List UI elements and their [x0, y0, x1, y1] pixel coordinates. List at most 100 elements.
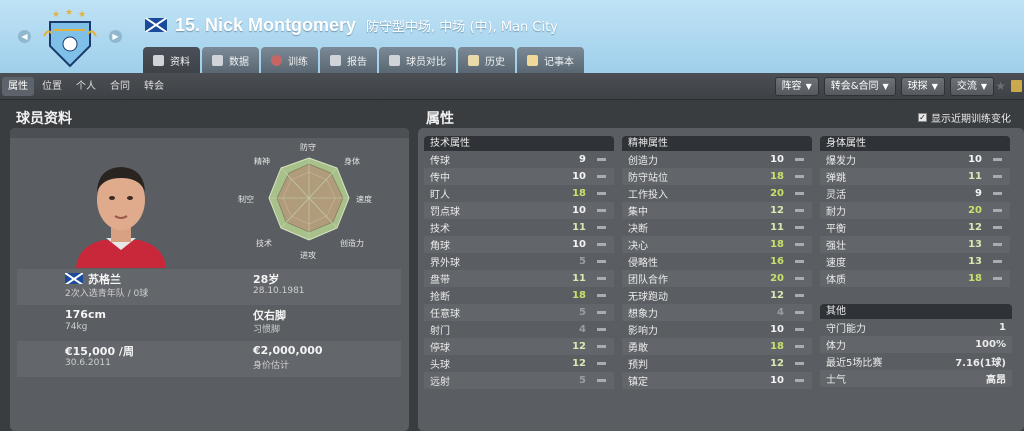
- training-changes-toggle[interactable]: ✓ 显示近期训练变化: [918, 110, 1011, 125]
- attribute-row[interactable]: 速度 13: [820, 253, 1010, 270]
- attribute-row[interactable]: 创造力 10: [622, 151, 812, 168]
- subnav-attributes[interactable]: 属性: [2, 77, 34, 96]
- other-value: 1: [999, 322, 1006, 333]
- trend-flat-icon: [795, 158, 804, 161]
- attribute-row[interactable]: 头球 12: [424, 355, 614, 372]
- tab-notepad[interactable]: 记事本: [517, 47, 584, 73]
- attribute-row[interactable]: 平衡 12: [820, 219, 1010, 236]
- attribute-name: 头球: [430, 360, 450, 371]
- attribute-row[interactable]: 盯人 18: [424, 185, 614, 202]
- attribute-row[interactable]: 界外球 5: [424, 253, 614, 270]
- back-arrow-icon[interactable]: ◀: [18, 30, 31, 43]
- tab-compare[interactable]: 球员对比: [379, 47, 456, 73]
- attribute-name: 任意球: [430, 309, 460, 320]
- svg-text:★: ★: [65, 8, 73, 18]
- attribute-row[interactable]: 强壮 13: [820, 236, 1010, 253]
- subnav-contract[interactable]: 合同: [104, 77, 136, 96]
- attribute-row[interactable]: 远射 5: [424, 372, 614, 389]
- squad-dropdown[interactable]: 阵容 ▼: [774, 77, 819, 96]
- attribute-row[interactable]: 罚点球 10: [424, 202, 614, 219]
- attribute-row[interactable]: 停球 12: [424, 338, 614, 355]
- chevron-down-icon: ▼: [931, 82, 938, 91]
- attribute-row[interactable]: 预判 12: [622, 355, 812, 372]
- attribute-row[interactable]: 角球 10: [424, 236, 614, 253]
- attribute-row[interactable]: 爆发力 10: [820, 151, 1010, 168]
- attribute-row[interactable]: 镇定 10: [622, 372, 812, 389]
- attribute-row[interactable]: 想象力 4: [622, 304, 812, 321]
- attribute-value: 10: [572, 205, 586, 216]
- radar-label-defending: 防守: [300, 142, 316, 152]
- attribute-row[interactable]: 无球跑动 12: [622, 287, 812, 304]
- attribute-value: 12: [770, 290, 784, 301]
- other-name: 守门能力: [826, 324, 866, 335]
- trend-flat-icon: [795, 209, 804, 212]
- attribute-name: 爆发力: [826, 156, 856, 167]
- attribute-name: 射门: [430, 326, 450, 337]
- attribute-row[interactable]: 弹跳 11: [820, 168, 1010, 185]
- attribute-row[interactable]: 体质 18: [820, 270, 1010, 287]
- tab-stats[interactable]: 数据: [202, 47, 259, 73]
- player-name: 15. Nick Montgomery: [175, 14, 357, 35]
- attribute-name: 勇敢: [628, 343, 648, 354]
- attribute-row[interactable]: 防守站位 18: [622, 168, 812, 185]
- attribute-row[interactable]: 灵活 9: [820, 185, 1010, 202]
- trend-flat-icon: [597, 175, 606, 178]
- other-value: 7.16(1球): [955, 358, 1006, 369]
- note-icon[interactable]: [1011, 80, 1022, 92]
- other-header: 其他: [820, 304, 1012, 319]
- attribute-row[interactable]: 任意球 5: [424, 304, 614, 321]
- attribute-row[interactable]: 盘带 11: [424, 270, 614, 287]
- stats-icon: [212, 54, 223, 66]
- contract-end: 30.6.2011: [65, 358, 111, 368]
- star-icon[interactable]: ★: [995, 79, 1006, 93]
- attribute-value: 18: [572, 290, 586, 301]
- value: €2,000,000: [253, 344, 323, 357]
- attribute-row[interactable]: 团队合作 20: [622, 270, 812, 287]
- trend-flat-icon: [795, 175, 804, 178]
- player-header: ◀ ★ ★ ★ ▶ 15. Nick Montgomery 防守型中场, 中场 …: [0, 0, 1024, 73]
- attribute-row[interactable]: 传球 9: [424, 151, 614, 168]
- trend-flat-icon: [993, 209, 1002, 212]
- trend-flat-icon: [795, 192, 804, 195]
- attribute-value: 12: [968, 222, 982, 233]
- trend-flat-icon: [993, 175, 1002, 178]
- subnav-personal[interactable]: 个人: [70, 77, 102, 96]
- trend-flat-icon: [597, 277, 606, 280]
- other-row: 体力 100%: [820, 336, 1012, 353]
- attribute-row[interactable]: 勇敢 18: [622, 338, 812, 355]
- attribute-value: 13: [968, 256, 982, 267]
- attribute-name: 弹跳: [826, 173, 846, 184]
- attribute-row[interactable]: 集中 12: [622, 202, 812, 219]
- attribute-name: 停球: [430, 343, 450, 354]
- subnav-position[interactable]: 位置: [36, 77, 68, 96]
- trend-flat-icon: [795, 311, 804, 314]
- player-photo: [68, 150, 174, 268]
- profile-section-title: 球员资料: [16, 111, 72, 127]
- radar-label-creativity: 创造力: [340, 238, 364, 248]
- tab-report[interactable]: 报告: [320, 47, 377, 73]
- attribute-row[interactable]: 工作投入 20: [622, 185, 812, 202]
- interaction-dropdown[interactable]: 交流 ▼: [949, 77, 994, 96]
- attribute-row[interactable]: 耐力 20: [820, 202, 1010, 219]
- attribute-name: 罚点球: [430, 207, 460, 218]
- attribute-row[interactable]: 决断 11: [622, 219, 812, 236]
- attribute-row[interactable]: 侵略性 16: [622, 253, 812, 270]
- attribute-row[interactable]: 技术 11: [424, 219, 614, 236]
- attributes-panel: 技术属性 传球 9 传中 10 盯人 18 罚点球 10 技术 11 角球 10 界外球 5 盘带 11 抢断 1…: [418, 128, 1024, 431]
- attribute-value: 4: [579, 324, 586, 335]
- attribute-row[interactable]: 抢断 18: [424, 287, 614, 304]
- attribute-row[interactable]: 传中 10: [424, 168, 614, 185]
- mental-header: 精神属性: [622, 136, 812, 151]
- attribute-row[interactable]: 射门 4: [424, 321, 614, 338]
- subnav-transfer[interactable]: 转会: [138, 77, 170, 96]
- scout-dropdown[interactable]: 球探 ▼: [900, 77, 945, 96]
- tab-profile[interactable]: 资料: [143, 47, 200, 73]
- tab-history[interactable]: 历史: [458, 47, 515, 73]
- weight: 74kg: [65, 322, 88, 332]
- attribute-row[interactable]: 决心 18: [622, 236, 812, 253]
- tab-training[interactable]: 训练: [261, 47, 318, 73]
- attribute-value: 11: [572, 222, 586, 233]
- transfer-contract-dropdown[interactable]: 转会&合同 ▼: [823, 77, 896, 96]
- forward-arrow-icon[interactable]: ▶: [109, 30, 122, 43]
- attribute-row[interactable]: 影响力 10: [622, 321, 812, 338]
